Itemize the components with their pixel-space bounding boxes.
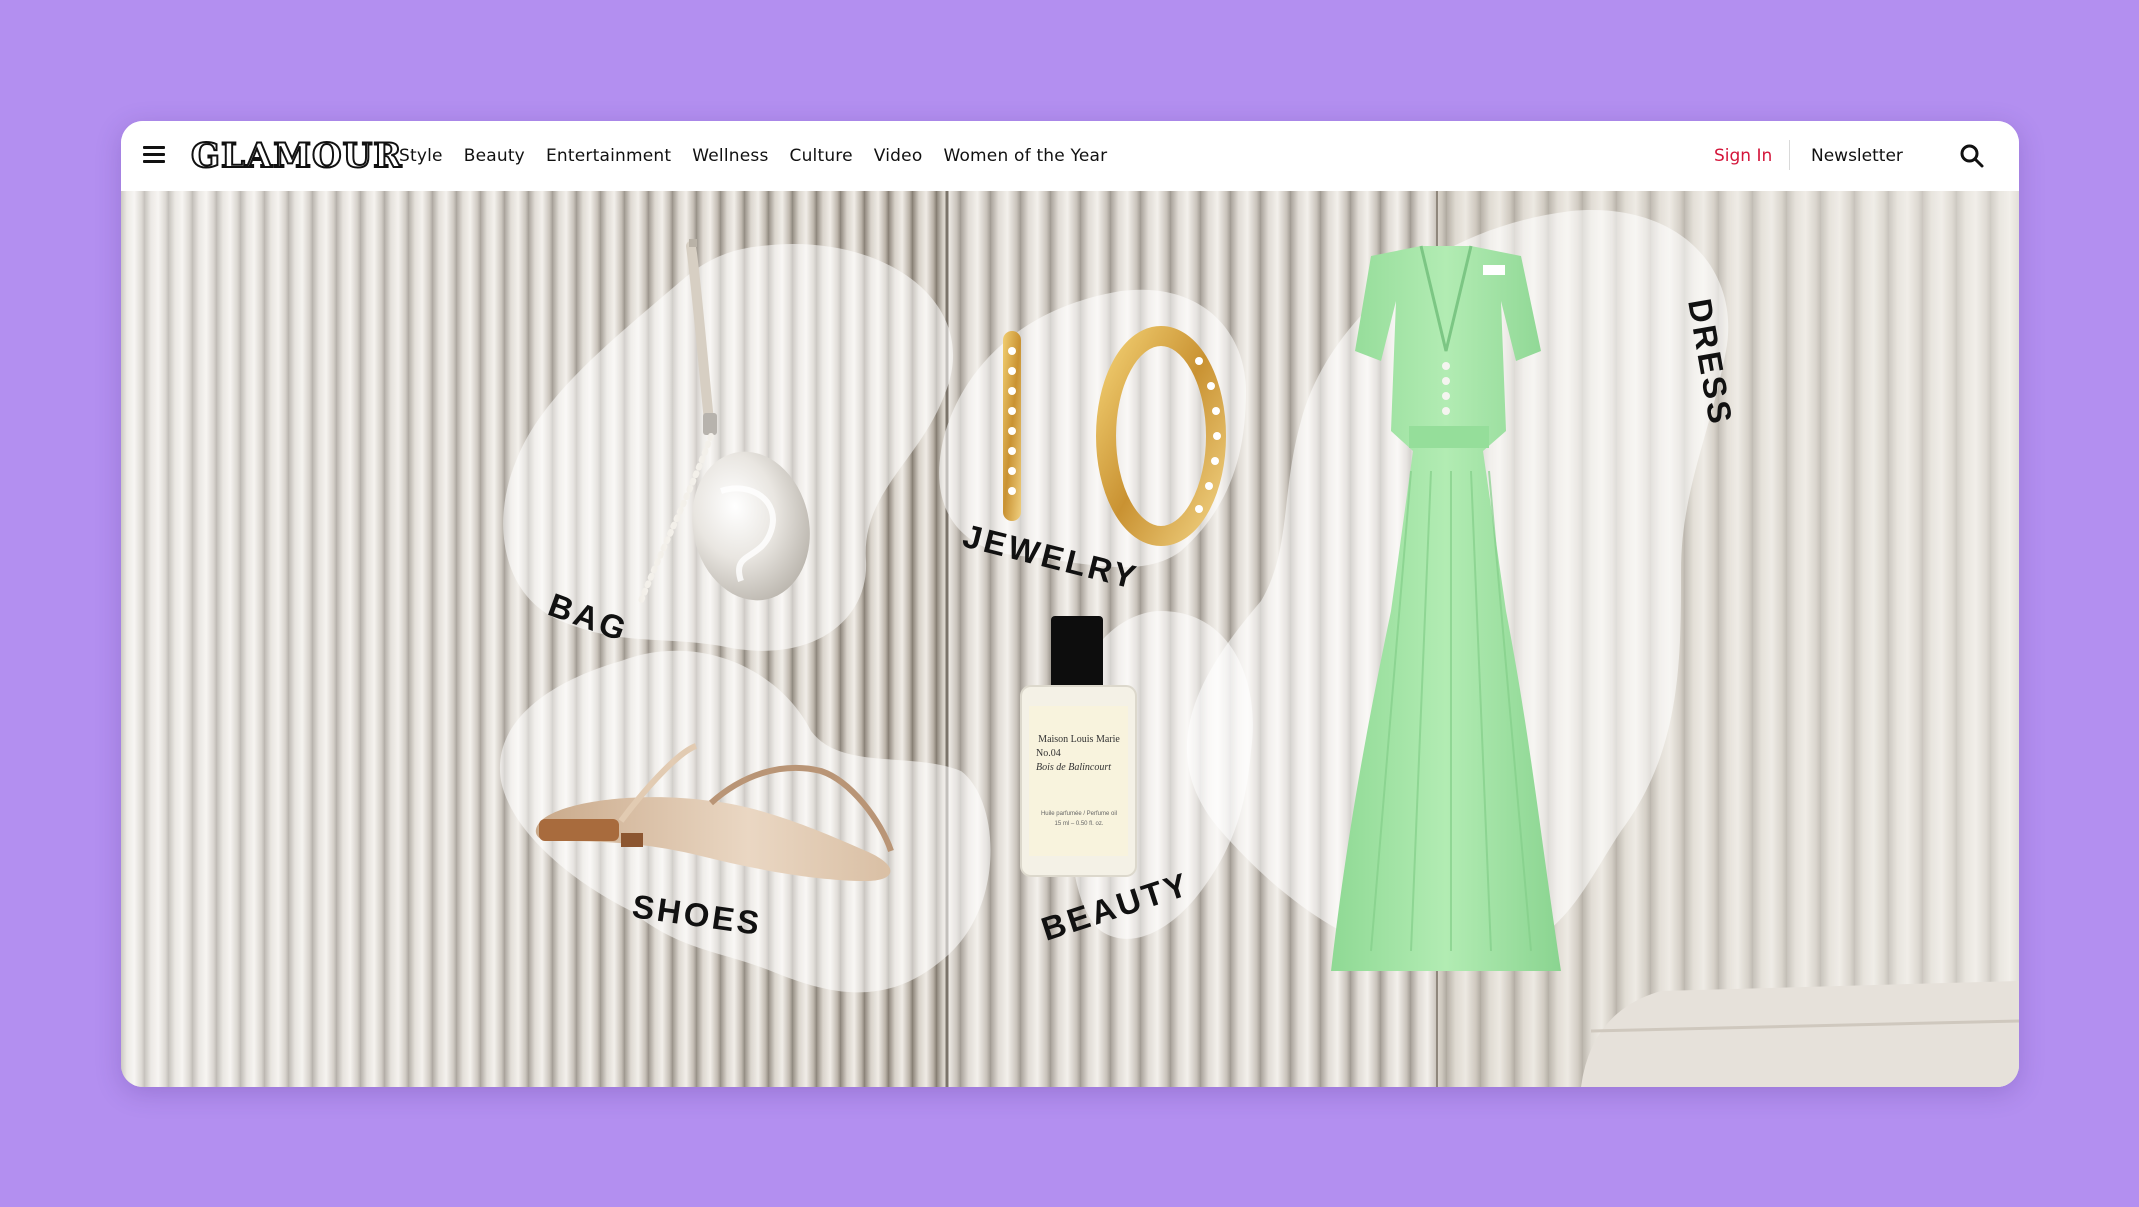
nav-link-entertainment[interactable]: Entertainment [546,146,671,166]
nav-link-video[interactable]: Video [874,146,923,166]
nav-link-women-of-the-year[interactable]: Women of the Year [943,146,1107,166]
nav-link-beauty[interactable]: Beauty [464,146,525,166]
perfume-label-line2: No.04 [1036,748,1061,759]
perfume-label-fine2: 15 ml – 0.50 fl. oz. [1054,821,1103,827]
search-icon[interactable] [1959,143,1985,169]
perfume-label-line3: Bois de Balincourt [1036,762,1111,773]
perfume-label-line1: Maison Louis Marie [1038,734,1120,745]
hamburger-menu-icon[interactable] [143,145,165,165]
hero-collage: Maison Louis Marie No.04 Bois de Balinco… [121,191,2019,1087]
browser-window: GLAMOUR Style Beauty Entertainment Welln… [121,121,2019,1087]
site-header: GLAMOUR Style Beauty Entertainment Welln… [121,121,2019,191]
primary-nav: Style Beauty Entertainment Wellness Cult… [399,121,1107,191]
glamour-logo[interactable]: GLAMOUR [190,133,402,179]
nav-divider [1789,140,1790,170]
newsletter-link[interactable]: Newsletter [1811,121,1903,191]
sign-in-link[interactable]: Sign In [1714,121,1772,191]
marble-columns-background: Maison Louis Marie No.04 Bois de Balinco… [121,191,2019,1087]
nav-link-culture[interactable]: Culture [790,146,853,166]
nav-link-wellness[interactable]: Wellness [692,146,768,166]
nav-link-style[interactable]: Style [399,146,443,166]
perfume-label-fine1: Huile parfumée / Perfume oil [1041,811,1117,817]
